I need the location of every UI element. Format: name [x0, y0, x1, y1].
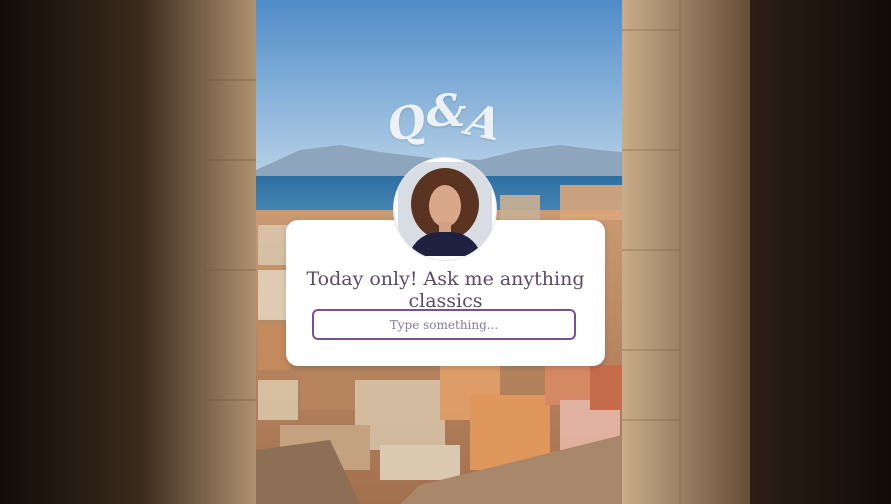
- host-portrait-image: [398, 162, 492, 256]
- qa-title: Q&A: [0, 86, 891, 153]
- question-input[interactable]: [312, 309, 576, 340]
- title-ampersand: &: [426, 86, 469, 137]
- title-q: Q: [382, 94, 433, 153]
- avatar: [394, 158, 496, 260]
- prompt-text: Today only! Ask me anything classics: [306, 268, 585, 312]
